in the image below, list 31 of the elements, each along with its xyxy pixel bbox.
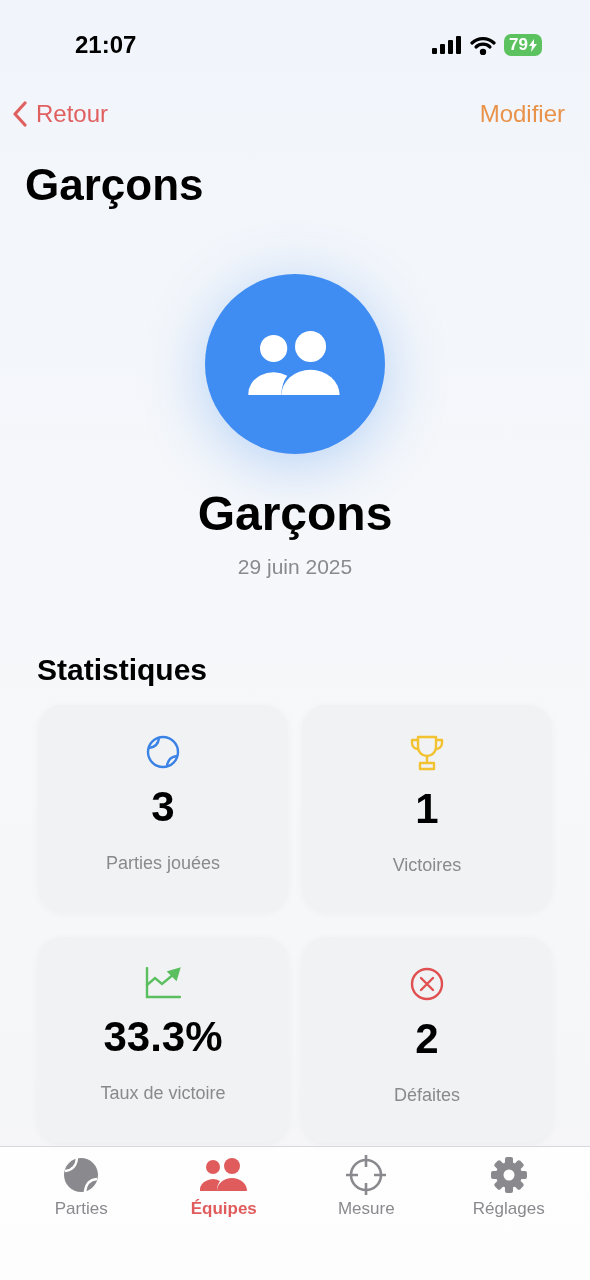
- stat-value: 1: [415, 785, 439, 833]
- section-title: Statistiques: [37, 653, 209, 687]
- settings-icon: [489, 1156, 528, 1194]
- cross-circle-icon: [410, 967, 444, 1001]
- tab[interactable]: Équipes: [163, 1155, 284, 1223]
- tab[interactable]: Parties: [21, 1155, 142, 1223]
- stat-label: Taux de victoire: [100, 1083, 226, 1104]
- page-title: Garçons: [25, 160, 205, 210]
- stat-label: Défaites: [393, 1085, 460, 1106]
- signal-icon: [432, 36, 463, 54]
- stat-label: Victoires: [392, 855, 462, 876]
- crosshair-icon: [345, 1154, 388, 1196]
- trophy-icon: [410, 735, 444, 771]
- tab[interactable]: Mesure: [306, 1155, 427, 1223]
- back-button[interactable]: Retour: [12, 100, 109, 128]
- stat-value: 33.3%: [103, 1013, 223, 1061]
- team-name: Garçons: [196, 486, 394, 541]
- ball-icon: [146, 735, 180, 769]
- battery-indicator: 79: [504, 34, 542, 56]
- chevron-left-icon: [12, 101, 28, 127]
- team-date: 29 juin 2025: [236, 555, 354, 579]
- ball-icon: [63, 1157, 100, 1193]
- stat-label: Parties jouées: [105, 853, 221, 874]
- edit-button[interactable]: Modifier: [479, 100, 565, 128]
- stat-value: 3: [151, 783, 175, 831]
- rising-chart-icon: [145, 967, 181, 999]
- status-time: 21:07: [75, 31, 137, 59]
- stat-value: 2: [415, 1015, 439, 1063]
- tab[interactable]: Réglages: [448, 1155, 569, 1223]
- wifi-icon: [470, 35, 497, 55]
- people-icon: [199, 1158, 248, 1192]
